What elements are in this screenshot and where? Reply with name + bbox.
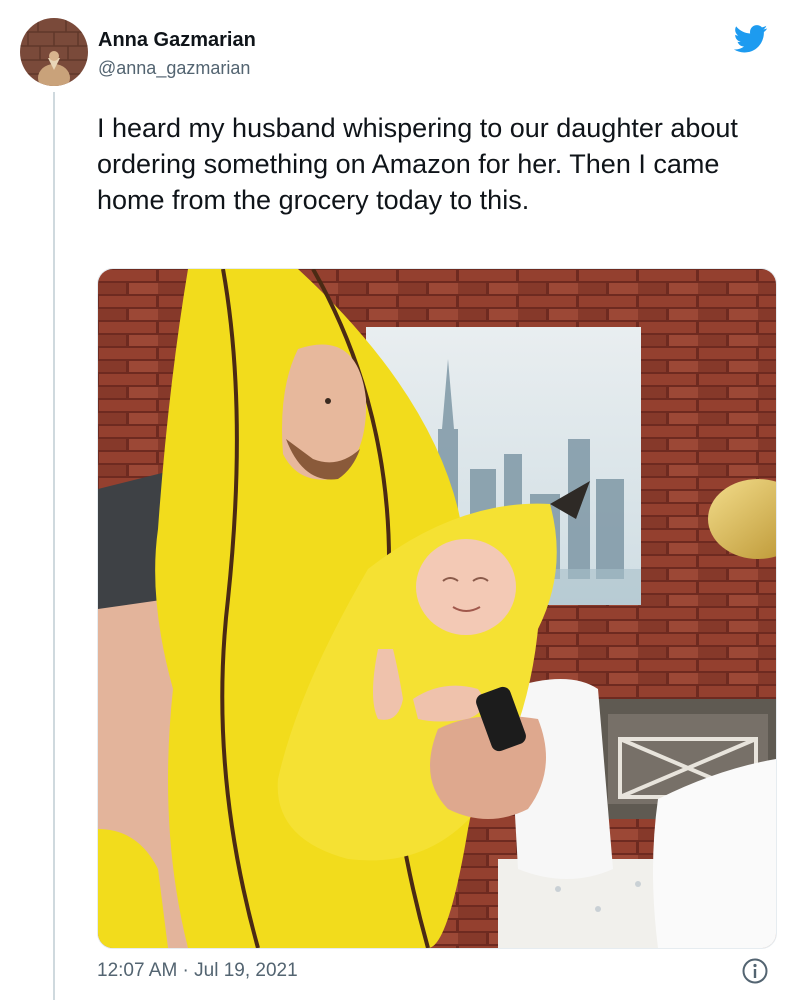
tweet-photo[interactable]: [97, 268, 777, 949]
author-display-name[interactable]: Anna Gazmarian: [98, 27, 256, 53]
photo-image: [98, 269, 776, 948]
tweet-text: I heard my husband whispering to our dau…: [97, 113, 738, 215]
info-icon[interactable]: [741, 957, 769, 985]
thread-line: [53, 92, 55, 1000]
author-handle[interactable]: @anna_gazmarian: [98, 56, 250, 80]
tweet-timestamp[interactable]: 12:07 AM · Jul 19, 2021: [97, 958, 298, 984]
twitter-bird-icon[interactable]: [734, 25, 768, 53]
avatar-image: [20, 18, 88, 86]
avatar[interactable]: [20, 18, 88, 86]
